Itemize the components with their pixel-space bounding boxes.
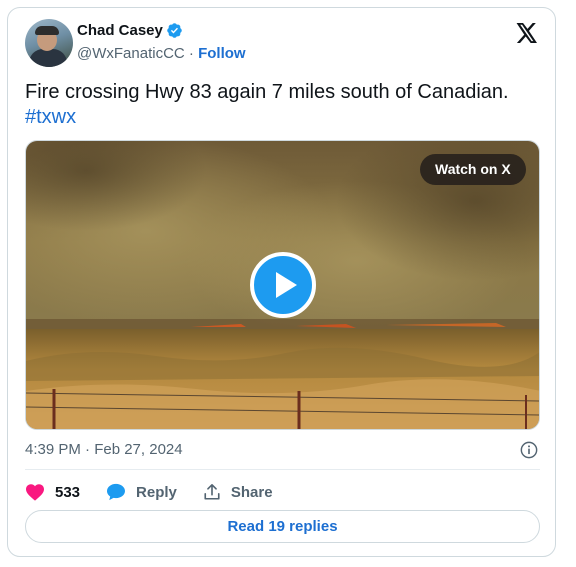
reply-bubble-icon	[107, 483, 126, 501]
share-icon	[204, 483, 220, 500]
reply-button[interactable]: Reply	[106, 483, 177, 501]
tweet-timestamp[interactable]: 4:39 PM · Feb 27, 2024	[25, 441, 183, 458]
info-icon[interactable]	[520, 441, 538, 459]
hashtag-link[interactable]: #txwx	[25, 105, 545, 130]
author-handle[interactable]: @WxFanaticCC	[77, 45, 185, 62]
read-replies-button[interactable]: Read 19 replies	[25, 510, 540, 543]
author-name-row: Chad Casey	[77, 22, 183, 39]
video-thumbnail[interactable]: Watch on X	[25, 140, 540, 430]
share-label: Share	[230, 483, 273, 501]
author-handle-row: @WxFanaticCC · Follow	[77, 45, 246, 62]
reply-label: Reply	[136, 483, 177, 501]
like-button[interactable]: 533	[25, 483, 80, 501]
action-bar: 533 Reply Share	[25, 480, 299, 504]
heart-icon	[26, 484, 44, 501]
x-logo-icon[interactable]	[516, 23, 538, 43]
play-icon	[276, 272, 297, 298]
share-button[interactable]: Share	[203, 483, 273, 501]
follow-button[interactable]: Follow	[198, 45, 246, 62]
separator-dot: ·	[188, 45, 194, 62]
divider	[25, 469, 540, 470]
play-button[interactable]	[250, 252, 316, 318]
author-name[interactable]: Chad Casey	[77, 22, 163, 39]
tweet-text: Fire crossing Hwy 83 again 7 miles south…	[25, 80, 545, 130]
likes-count: 533	[55, 483, 81, 501]
tweet-body: Fire crossing Hwy 83 again 7 miles south…	[25, 81, 509, 103]
verified-badge-icon	[167, 23, 182, 38]
tweet-card: Chad Casey @WxFanaticCC · Follow Fire cr…	[7, 7, 556, 557]
watch-on-x-button[interactable]: Watch on X	[420, 154, 526, 185]
avatar[interactable]	[25, 19, 73, 67]
